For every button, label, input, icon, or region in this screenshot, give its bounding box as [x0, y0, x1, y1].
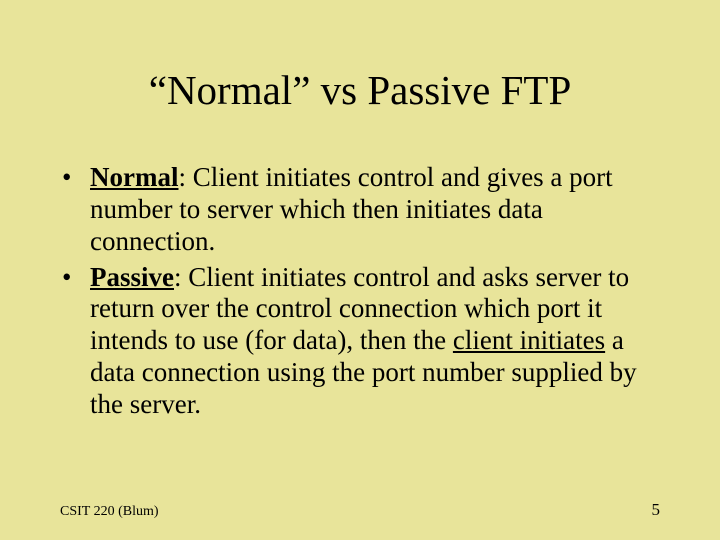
footer-page-number: 5	[652, 500, 661, 520]
slide-body: • Normal: Client initiates control and g…	[60, 162, 660, 425]
bullet-mark-icon: •	[60, 162, 90, 194]
bullet-mark-icon: •	[60, 262, 90, 294]
bullet-label: Normal	[90, 162, 178, 192]
slide-title: “Normal” vs Passive FTP	[0, 66, 720, 114]
bullet-sep: :	[178, 162, 192, 192]
bullet-label: Passive	[90, 262, 174, 292]
bullet-item: • Passive: Client initiates control and …	[60, 262, 660, 421]
bullet-sep: :	[174, 262, 188, 292]
bullet-text: Passive: Client initiates control and as…	[90, 262, 660, 421]
bullet-mid-underline: client initiates	[453, 325, 605, 355]
slide: “Normal” vs Passive FTP • Normal: Client…	[0, 0, 720, 540]
bullet-item: • Normal: Client initiates control and g…	[60, 162, 660, 258]
footer-course: CSIT 220 (Blum)	[60, 504, 159, 520]
bullet-text: Normal: Client initiates control and giv…	[90, 162, 660, 258]
